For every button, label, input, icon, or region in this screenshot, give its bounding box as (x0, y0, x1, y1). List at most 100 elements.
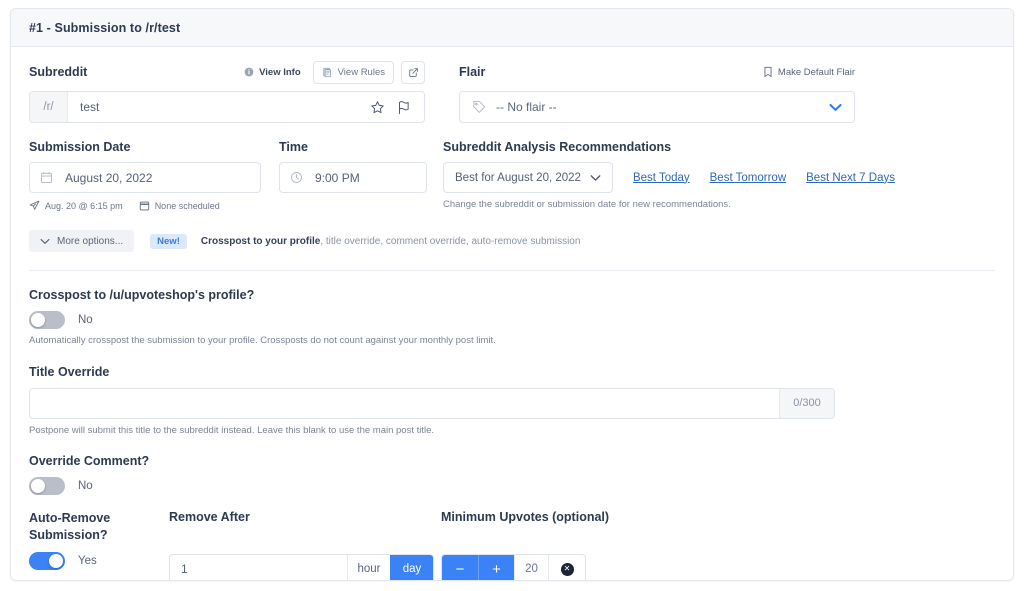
auto-remove-label-line1: Auto-Remove (29, 510, 169, 527)
subreddit-header-row: Subreddit View Info (29, 61, 425, 83)
date-time-section: Submission Date August 20, 2022 (29, 140, 995, 211)
decrement-button[interactable]: − (442, 555, 478, 581)
subreddit-prefix: /r/ (30, 92, 68, 122)
star-icon[interactable] (370, 100, 385, 115)
auto-remove-column: Auto-Remove Submission? Yes (29, 510, 169, 581)
remove-after-unit-hour[interactable]: hour (347, 555, 390, 581)
flag-icon[interactable] (397, 100, 411, 115)
best-tomorrow-link[interactable]: Best Tomorrow (710, 172, 786, 184)
title-override-input[interactable] (30, 389, 779, 418)
best-next-7-days-link[interactable]: Best Next 7 Days (806, 172, 895, 184)
more-options-description: Crosspost to your profile, title overrid… (201, 236, 581, 247)
submission-date-column: Submission Date August 20, 2022 (29, 140, 261, 211)
more-options-label: More options... (57, 236, 123, 247)
subreddit-input-icons (366, 92, 424, 122)
override-comment-toggle-row: No (29, 477, 995, 495)
increment-button[interactable]: + (478, 555, 514, 581)
flair-selected-value: -- No flair -- (496, 100, 819, 114)
view-info-label: View Info (259, 67, 301, 78)
tag-icon (472, 100, 486, 114)
more-options-section: More options... New! Crosspost to your p… (29, 230, 995, 271)
clear-button[interactable]: ✕ (549, 555, 585, 581)
best-today-link[interactable]: Best Today (633, 172, 690, 184)
open-subreddit-external-button[interactable] (401, 61, 425, 84)
paper-plane-icon (29, 200, 40, 211)
time-column: Time 9:00 PM (279, 140, 427, 211)
crosspost-section: Crosspost to /u/upvoteshop's profile? No… (29, 288, 995, 347)
chevron-down-icon[interactable] (829, 103, 842, 112)
spacer (441, 533, 741, 554)
subreddit-column: Subreddit View Info (29, 61, 425, 123)
crosspost-toggle[interactable] (29, 311, 65, 329)
card-body: Subreddit View Info (11, 47, 1013, 581)
override-comment-label: Override Comment? (29, 454, 995, 468)
more-options-description-rest: , title override, comment override, auto… (320, 236, 580, 247)
crosspost-toggle-row: No (29, 311, 995, 329)
subreddit-input[interactable]: test (68, 92, 366, 122)
recommendations-label: Subreddit Analysis Recommendations (443, 140, 839, 154)
recommendations-row: Best for August 20, 2022 Best Today Best… (443, 162, 839, 193)
subreddit-input-group[interactable]: /r/ test (29, 91, 425, 123)
make-default-flair-button[interactable]: Make Default Flair (763, 66, 855, 78)
time-label: Time (279, 140, 427, 154)
bookmark-icon (763, 66, 773, 78)
recommendation-select-value: Best for August 20, 2022 (455, 172, 581, 184)
view-rules-button[interactable]: View Rules (313, 61, 394, 84)
crosspost-hint: Automatically crosspost the submission t… (29, 335, 995, 347)
auto-remove-toggle-row: Yes (29, 552, 169, 570)
spacer (169, 533, 441, 554)
toggle-knob (31, 479, 45, 493)
page-title: #1 - Submission to /r/test (29, 21, 180, 35)
recommendations-column: Subreddit Analysis Recommendations Best … (443, 140, 839, 211)
recommendation-select[interactable]: Best for August 20, 2022 (443, 162, 613, 193)
title-override-section: Title Override 0/300 Postpone will submi… (29, 365, 995, 437)
minimum-upvotes-stepper[interactable]: − + 20 ✕ (441, 554, 586, 581)
title-override-hint: Postpone will submit this title to the s… (29, 425, 995, 437)
auto-remove-section: Auto-Remove Submission? Yes Remove After… (29, 510, 995, 581)
info-icon (244, 67, 254, 77)
title-override-input-group[interactable]: 0/300 (29, 388, 835, 419)
flair-select[interactable]: -- No flair -- (459, 91, 855, 123)
card-header: #1 - Submission to /r/test (11, 9, 1013, 47)
auto-remove-label-line2: Submission? (29, 527, 169, 544)
remove-after-input-group[interactable]: hour day (169, 554, 434, 581)
auto-remove-toggle-state: Yes (78, 555, 97, 567)
rules-icon (322, 67, 333, 78)
flair-column: Flair Make Default Flair (459, 61, 855, 123)
make-default-flair-label: Make Default Flair (778, 67, 855, 78)
subreddit-label: Subreddit (29, 65, 87, 79)
submission-date-input[interactable]: August 20, 2022 (29, 162, 261, 193)
flair-header-row: Flair Make Default Flair (459, 61, 855, 83)
toggle-knob (49, 554, 63, 568)
submission-date-label: Submission Date (29, 140, 261, 154)
sent-label: Aug. 20 @ 6:15 pm (45, 201, 123, 211)
external-link-icon (408, 67, 419, 78)
clock-icon (280, 171, 313, 184)
remove-after-column: Remove After hour day (169, 510, 441, 581)
crosspost-toggle-state: No (78, 314, 93, 326)
flair-label: Flair (459, 65, 485, 79)
remove-after-input[interactable] (170, 555, 347, 581)
page-root: #1 - Submission to /r/test Subreddit Vie… (0, 0, 1024, 591)
minimum-upvotes-value[interactable]: 20 (514, 555, 549, 581)
title-override-counter: 0/300 (779, 389, 834, 418)
calendar-icon (139, 200, 150, 211)
title-override-label: Title Override (29, 365, 995, 379)
auto-remove-toggle[interactable] (29, 552, 65, 570)
calendar-icon (30, 171, 63, 184)
view-info-button[interactable]: View Info (244, 67, 301, 78)
submission-card: #1 - Submission to /r/test Subreddit Vie… (10, 8, 1014, 581)
submission-date-value: August 20, 2022 (63, 171, 152, 185)
crosspost-label: Crosspost to /u/upvoteshop's profile? (29, 288, 995, 302)
recommendations-hint: Change the subreddit or submission date … (443, 199, 839, 211)
more-options-button[interactable]: More options... (29, 230, 134, 252)
minimum-upvotes-column: Minimum Upvotes (optional) − + 20 ✕ Only… (441, 510, 741, 581)
remove-after-unit-day[interactable]: day (390, 555, 433, 581)
time-input[interactable]: 9:00 PM (279, 162, 427, 193)
chevron-down-icon (40, 238, 50, 245)
clear-circle-icon: ✕ (561, 563, 574, 576)
new-badge: New! (150, 234, 187, 250)
subreddit-flair-section: Subreddit View Info (29, 61, 995, 123)
override-comment-toggle[interactable] (29, 477, 65, 495)
toggle-knob (31, 313, 45, 327)
